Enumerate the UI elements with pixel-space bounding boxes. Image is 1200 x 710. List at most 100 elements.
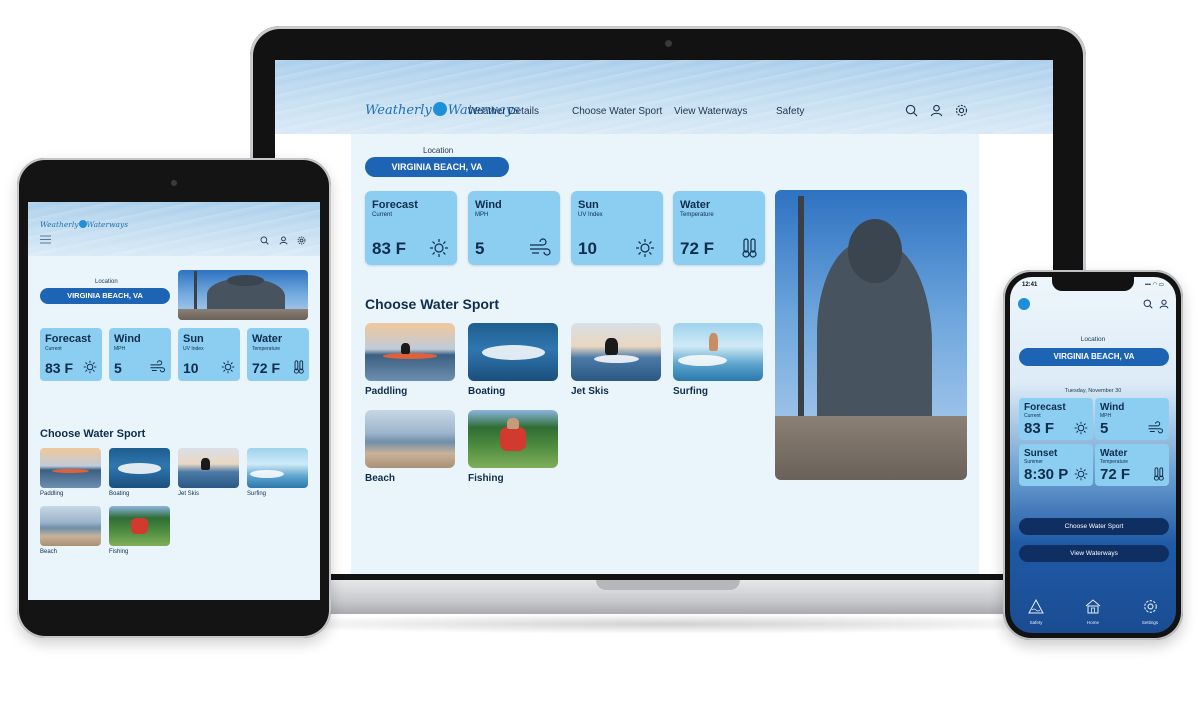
phone-screen: 12:41 ▪▪▪ ◠ ▭ Location VIRGINIA BEACH, V… (1010, 277, 1176, 633)
nav-view-waterways[interactable]: View Waterways (674, 106, 747, 117)
sport-boating[interactable]: Boating (468, 323, 558, 397)
sport-surfing[interactable]: Surfing (673, 323, 763, 397)
card-subtitle: Temperature (252, 346, 281, 352)
sport-paddling[interactable]: Paddling (40, 448, 101, 497)
water-temperature-card[interactable]: Water Temperature 72 F (247, 328, 309, 381)
sunset-card[interactable]: Sunset Summer 8:30 P (1019, 444, 1093, 486)
sport-label: Jet Skis (571, 386, 609, 397)
location-label: Location (423, 146, 454, 155)
card-title: Water (1100, 448, 1128, 459)
sun-icon (83, 360, 97, 374)
card-value: 83 F (372, 239, 407, 258)
water-temperature-card[interactable]: Water Temperature 72 F (1095, 444, 1169, 486)
tab-settings[interactable]: Settings (1130, 599, 1170, 625)
wave-logo-icon[interactable] (1018, 298, 1030, 310)
card-value: 10 (183, 360, 199, 376)
search-icon[interactable] (260, 236, 269, 245)
card-title: Forecast (45, 333, 91, 345)
card-title: Water (252, 333, 283, 345)
settings-icon[interactable] (297, 236, 306, 245)
forecast-card[interactable]: Forecast Current 83 F (40, 328, 102, 381)
hamburger-menu-icon[interactable] (40, 235, 51, 244)
sport-jet-skis[interactable]: Jet Skis (571, 323, 661, 397)
laptop-screen: Weatherly Waterways Weather Details Choos… (275, 60, 1053, 574)
user-icon[interactable] (930, 104, 943, 117)
sun-uv-card[interactable]: Sun UV Index 10 (178, 328, 240, 381)
location-label: Location (95, 279, 118, 285)
nav-safety[interactable]: Safety (776, 106, 804, 117)
sun-icon (1074, 421, 1088, 435)
card-subtitle: MPH (1100, 413, 1112, 419)
tablet-device: Weatherly Waterways Location VIRGINIA BEA… (17, 158, 331, 638)
sport-label: Fishing (468, 473, 504, 484)
main-content: Location VIRGINIA BEACH, VA Forecast Cur… (351, 134, 979, 574)
sport-boating[interactable]: Boating (109, 448, 170, 497)
tablet-header: Weatherly Waterways (28, 202, 320, 256)
laptop-notch (596, 580, 740, 590)
user-icon[interactable] (1159, 299, 1169, 309)
choose-water-sport-button[interactable]: Choose Water Sport (1019, 518, 1169, 535)
paddling-photo (365, 323, 455, 381)
nav-weather-details[interactable]: Weather Details (468, 106, 539, 117)
sport-fishing[interactable]: Fishing (468, 410, 558, 484)
sport-surfing[interactable]: Surfing (247, 448, 308, 497)
wind-card[interactable]: Wind MPH 5 (1095, 398, 1169, 440)
wind-card[interactable]: Wind MPH 5 (468, 191, 560, 265)
tab-safety[interactable]: Safety (1016, 599, 1056, 625)
user-icon[interactable] (279, 236, 288, 245)
wave-logo-icon (78, 220, 87, 228)
thermometer-icon (741, 238, 757, 258)
sun-icon (221, 360, 235, 374)
card-subtitle: Current (372, 212, 393, 218)
wind-icon (528, 238, 552, 258)
neptune-statue-photo (178, 270, 308, 320)
wind-icon (1147, 421, 1164, 435)
card-title: Wind (475, 199, 502, 211)
search-icon[interactable] (1143, 299, 1153, 309)
settings-icon[interactable] (955, 104, 968, 117)
sport-label: Beach (365, 473, 396, 484)
wave-logo-icon (432, 102, 447, 116)
thermometer-icon (1153, 467, 1164, 481)
card-subtitle: Current (1024, 413, 1041, 419)
sun-icon (1074, 467, 1088, 481)
phone-device: 12:41 ▪▪▪ ◠ ▭ Location VIRGINIA BEACH, V… (1003, 270, 1183, 640)
location-selector[interactable]: VIRGINIA BEACH, VA (365, 157, 509, 177)
tab-home[interactable]: Home (1073, 599, 1113, 625)
beach-photo (40, 506, 101, 546)
sun-uv-card[interactable]: Sun UV Index 10 (571, 191, 663, 265)
thermometer-icon (293, 360, 304, 374)
wind-card[interactable]: Wind MPH 5 (109, 328, 171, 381)
jet-ski-photo (571, 323, 661, 381)
forecast-card[interactable]: Forecast Current 83 F (1019, 398, 1093, 440)
laptop-camera (665, 40, 672, 47)
phone-notch (1052, 277, 1134, 291)
fishing-photo (468, 410, 558, 468)
nav-choose-water-sport[interactable]: Choose Water Sport (572, 106, 662, 117)
sport-label: Surfing (247, 491, 267, 497)
brand-name-first: Weatherly (365, 103, 432, 118)
laptop-base (206, 580, 1130, 614)
location-label: Location (1080, 336, 1106, 343)
card-title: Forecast (1024, 402, 1066, 413)
water-temperature-card[interactable]: Water Temperature 72 F (673, 191, 765, 265)
search-icon[interactable] (905, 104, 918, 117)
view-waterways-button[interactable]: View Waterways (1019, 545, 1169, 562)
tablet-screen: Weatherly Waterways Location VIRGINIA BEA… (28, 202, 320, 600)
location-selector[interactable]: VIRGINIA BEACH, VA (1019, 348, 1169, 366)
card-value: 72 F (1100, 466, 1131, 483)
card-title: Water (680, 199, 711, 211)
sport-paddling[interactable]: Paddling (365, 323, 455, 397)
forecast-card[interactable]: Forecast Current 83 F (365, 191, 457, 265)
wind-icon (149, 360, 166, 374)
sport-beach[interactable]: Beach (365, 410, 455, 484)
sport-beach[interactable]: Beach (40, 506, 101, 555)
sport-fishing[interactable]: Fishing (109, 506, 170, 555)
brand-name-second: Waterways (86, 220, 129, 229)
brand-logo[interactable]: Weatherly Waterways (40, 220, 128, 229)
card-subtitle: Current (45, 346, 62, 352)
location-selector[interactable]: VIRGINIA BEACH, VA (40, 288, 170, 304)
sport-jet-skis[interactable]: Jet Skis (178, 448, 239, 497)
card-subtitle: UV Index (183, 346, 204, 352)
laptop-shadow (220, 614, 1116, 634)
